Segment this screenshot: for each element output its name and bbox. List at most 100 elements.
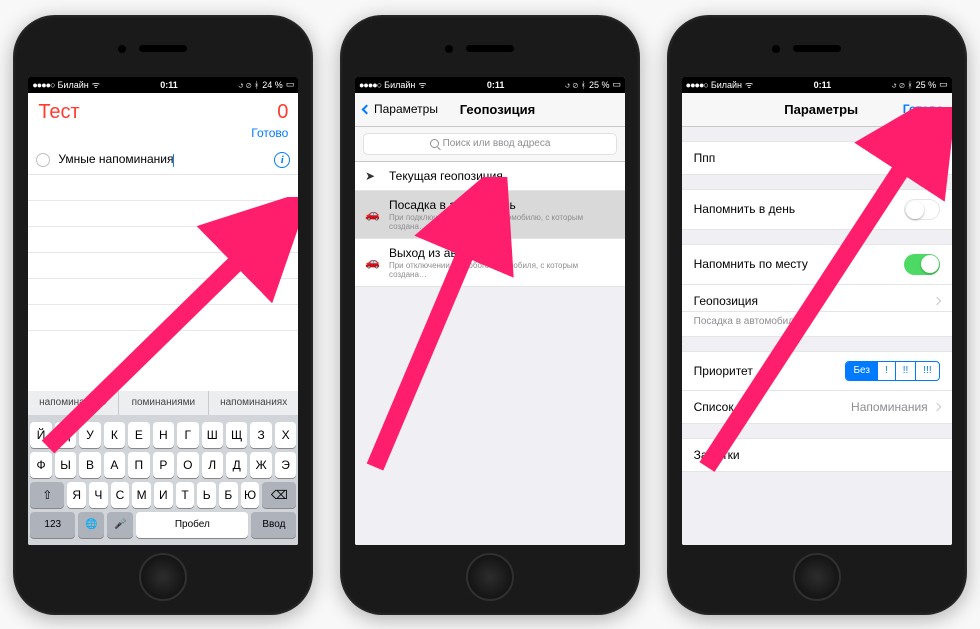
remind-day-row[interactable]: Напомнить в день	[682, 189, 952, 230]
carrier: Билайн	[58, 80, 89, 90]
key-Т[interactable]: Т	[176, 482, 195, 508]
key-Д[interactable]: Д	[226, 452, 247, 478]
key-В[interactable]: В	[79, 452, 100, 478]
search-input[interactable]: Поиск или ввод адреса	[363, 133, 617, 155]
key-Ц[interactable]: Ц	[55, 422, 76, 448]
key-И[interactable]: И	[154, 482, 173, 508]
battery-pct: 24 %	[262, 80, 283, 90]
key-А[interactable]: А	[104, 452, 125, 478]
location-car-enter[interactable]: 🚗 Посадка в автомобиль При подключении к…	[355, 191, 625, 239]
priority-high[interactable]: !!!	[916, 362, 938, 380]
done-button[interactable]: Готово	[251, 126, 288, 140]
key-М[interactable]: М	[132, 482, 151, 508]
battery-icon: ▭	[286, 79, 295, 90]
nav-title: Геопозиция	[460, 102, 536, 117]
key-Б[interactable]: Б	[219, 482, 238, 508]
reminder-row[interactable]: Умные напоминания i	[28, 146, 298, 175]
key-Г[interactable]: Г	[177, 422, 198, 448]
globe-key[interactable]: 🌐	[78, 512, 104, 538]
list-row[interactable]: Список Напоминания	[682, 391, 952, 424]
phone-3: ●●●●○Билайнᯤ 0:11 ↺ ⊘ ᚼ25 %▭ Параметры Г…	[667, 15, 967, 615]
location-list: ➤ Текущая геопозиция 🚗 Посадка в автомоб…	[355, 162, 625, 545]
numbers-key[interactable]: 123	[30, 512, 75, 538]
suggestion-1[interactable]: напоминания»	[28, 391, 118, 415]
chevron-right-icon	[932, 296, 940, 304]
key-Я[interactable]: Я	[67, 482, 86, 508]
nav-bar: Параметры Геопозиция	[355, 93, 625, 127]
screen-2: ●●●●○Билайнᯤ 0:11 ↺ ⊘ ᚼ25 %▭ Параметры Г…	[355, 77, 625, 545]
space-key[interactable]: Пробел	[136, 512, 248, 538]
key-Х[interactable]: Х	[275, 422, 296, 448]
backspace-key[interactable]: ⌫	[262, 482, 296, 508]
search-icon	[430, 139, 439, 148]
home-button[interactable]	[466, 553, 514, 601]
key-Ф[interactable]: Ф	[30, 452, 51, 478]
signal-icon: ●●●●○	[32, 80, 54, 90]
shift-key[interactable]: ⇧	[30, 482, 64, 508]
phone-2: ●●●●○Билайнᯤ 0:11 ↺ ⊘ ᚼ25 %▭ Параметры Г…	[340, 15, 640, 615]
chevron-left-icon	[362, 104, 372, 114]
phone-1: ●●●●○ Билайнᯤ 0:11 ↺ ⊘ ᚼ24 %▭ Тест 0 Гото…	[13, 15, 313, 615]
home-button[interactable]	[139, 553, 187, 601]
status-bar: ●●●●○Билайнᯤ 0:11 ↺ ⊘ ᚼ25 %▭	[682, 77, 952, 93]
wifi-icon: ᯤ	[92, 78, 100, 91]
done-button[interactable]: Готово	[903, 102, 944, 116]
search-placeholder: Поиск или ввод адреса	[443, 138, 551, 149]
reminders-count: 0	[277, 101, 288, 124]
geolocation-value: Посадка в автомобиль	[682, 312, 952, 337]
status-time: 0:11	[160, 80, 178, 90]
key-Й[interactable]: Й	[30, 422, 51, 448]
location-car-exit[interactable]: 🚗 Выход из автомобиля При отключении от …	[355, 239, 625, 287]
priority-low[interactable]: !	[878, 362, 896, 380]
key-К[interactable]: К	[104, 422, 125, 448]
remind-place-row[interactable]: Напомнить по месту	[682, 244, 952, 285]
location-current[interactable]: ➤ Текущая геопозиция	[355, 162, 625, 191]
keyboard-suggestions: напоминания» поминаниями напоминаниях	[28, 391, 298, 415]
remind-place-toggle[interactable]	[904, 254, 940, 275]
key-П[interactable]: П	[128, 452, 149, 478]
key-Е[interactable]: Е	[128, 422, 149, 448]
priority-none[interactable]: Без	[846, 362, 878, 380]
reminders-body	[28, 175, 298, 391]
return-key[interactable]: Ввод	[251, 512, 296, 538]
key-У[interactable]: У	[79, 422, 100, 448]
suggestion-2[interactable]: поминаниями	[119, 391, 209, 415]
priority-med[interactable]: !!	[896, 362, 917, 380]
key-Ь[interactable]: Ь	[197, 482, 216, 508]
nav-bar: Параметры Готово	[682, 93, 952, 127]
home-button[interactable]	[793, 553, 841, 601]
key-Ж[interactable]: Ж	[250, 452, 271, 478]
notes-row[interactable]: Заметки	[682, 438, 952, 472]
key-Ч[interactable]: Ч	[89, 482, 108, 508]
key-Н[interactable]: Н	[153, 422, 174, 448]
reminders-list-title: Тест	[38, 101, 79, 124]
key-Ы[interactable]: Ы	[55, 452, 76, 478]
key-Ю[interactable]: Ю	[241, 482, 260, 508]
key-О[interactable]: О	[177, 452, 198, 478]
car-icon: 🚗	[365, 207, 379, 221]
reminder-input[interactable]: Умные напоминания	[58, 152, 173, 166]
screen-1: ●●●●○ Билайнᯤ 0:11 ↺ ⊘ ᚼ24 %▭ Тест 0 Гото…	[28, 77, 298, 545]
back-button[interactable]: Параметры	[363, 102, 438, 116]
reminder-radio[interactable]	[36, 153, 50, 167]
reminder-title-row[interactable]: Ппп	[682, 141, 952, 175]
key-Э[interactable]: Э	[275, 452, 296, 478]
key-З[interactable]: З	[250, 422, 271, 448]
key-С[interactable]: С	[111, 482, 130, 508]
mic-key[interactable]: 🎤	[107, 512, 133, 538]
status-icons: ↺ ⊘ ᚼ	[238, 80, 259, 90]
geolocation-row[interactable]: Геопозиция	[682, 285, 952, 312]
info-icon[interactable]: i	[274, 152, 290, 168]
status-bar: ●●●●○Билайнᯤ 0:11 ↺ ⊘ ᚼ25 %▭	[355, 77, 625, 93]
chevron-right-icon	[932, 402, 940, 410]
key-Щ[interactable]: Щ	[226, 422, 247, 448]
key-Ш[interactable]: Ш	[202, 422, 223, 448]
location-arrow-icon: ➤	[365, 169, 379, 183]
remind-day-toggle[interactable]	[904, 199, 940, 220]
key-Р[interactable]: Р	[153, 452, 174, 478]
suggestion-3[interactable]: напоминаниях	[209, 391, 298, 415]
priority-segmented[interactable]: Без ! !! !!!	[845, 361, 939, 381]
key-Л[interactable]: Л	[202, 452, 223, 478]
keyboard: ЙЦУКЕНГШЩЗХ ФЫВАПРОЛДЖЭ ⇧ ЯЧСМИТЬБЮ ⌫ 12…	[28, 415, 298, 545]
status-bar: ●●●●○ Билайнᯤ 0:11 ↺ ⊘ ᚼ24 %▭	[28, 77, 298, 93]
